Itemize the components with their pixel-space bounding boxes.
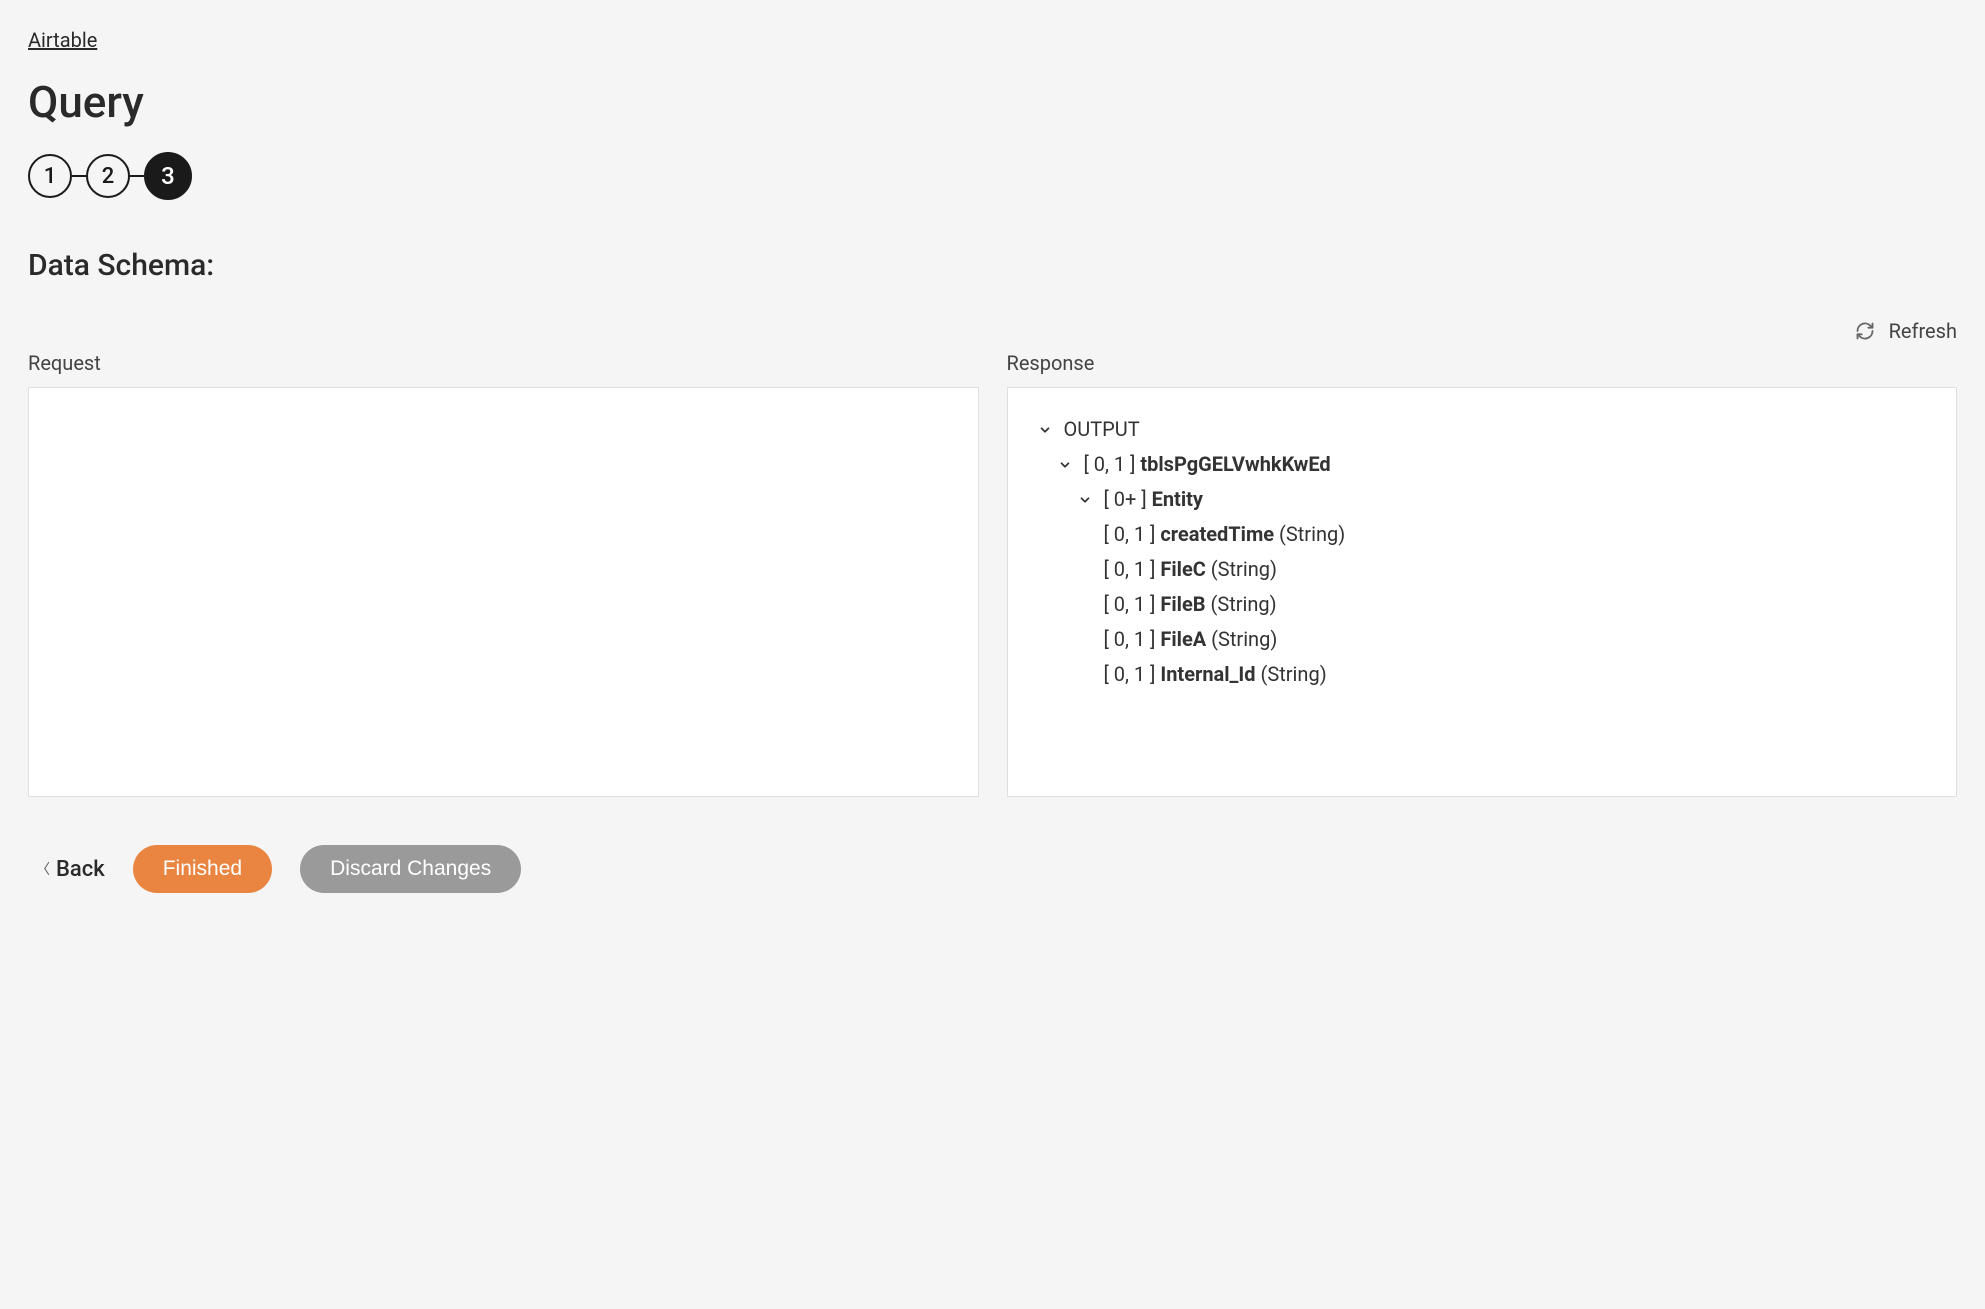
tree-node-type: (String) [1211, 552, 1277, 587]
section-title: Data Schema: [28, 248, 1957, 283]
tree-node-name: FileA [1160, 622, 1206, 657]
chevron-down-icon[interactable] [1036, 421, 1054, 439]
tree-node-cardinality: [ 0+ ] [1104, 482, 1147, 517]
tree-node-cardinality: [ 0, 1 ] [1084, 447, 1136, 482]
tree-node-type: (String) [1279, 517, 1345, 552]
page-title: Query [28, 76, 1957, 128]
refresh-button[interactable]: Refresh [1855, 319, 1957, 343]
tree-leaf-filec[interactable]: [ 0, 1 ] FileC (String) [1036, 552, 1929, 587]
tree-node-type: (String) [1211, 622, 1277, 657]
chevron-down-icon[interactable] [1076, 491, 1094, 509]
tree-node-name: Internal_Id [1160, 657, 1255, 692]
request-label: Request [28, 351, 979, 375]
request-panel [28, 387, 979, 797]
tree-node-cardinality: [ 0, 1 ] [1104, 622, 1156, 657]
stepper: 1 2 3 [28, 152, 1957, 200]
tree-node-table[interactable]: [ 0, 1 ] tblsPgGELVwhkKwEd [1036, 447, 1929, 482]
tree-node-output[interactable]: OUTPUT [1036, 412, 1929, 447]
response-panel: OUTPUT [ 0, 1 ] tblsPgGELVwhkKwEd [ 0+ ] [1007, 387, 1958, 797]
tree-leaf-filea[interactable]: [ 0, 1 ] FileA (String) [1036, 622, 1929, 657]
tree-node-cardinality: [ 0, 1 ] [1104, 657, 1156, 692]
tree-leaf-internal-id[interactable]: [ 0, 1 ] Internal_Id (String) [1036, 657, 1929, 692]
tree-node-cardinality: [ 0, 1 ] [1104, 552, 1156, 587]
chevron-down-icon[interactable] [1056, 456, 1074, 474]
tree-node-type: (String) [1210, 587, 1276, 622]
chevron-left-icon: 〈 [36, 859, 50, 879]
refresh-label: Refresh [1889, 319, 1957, 343]
tree-node-cardinality: [ 0, 1 ] [1104, 587, 1156, 622]
refresh-icon [1855, 321, 1875, 341]
back-button[interactable]: 〈 Back [36, 857, 105, 882]
discard-changes-button[interactable]: Discard Changes [300, 845, 521, 893]
step-1[interactable]: 1 [28, 154, 72, 198]
tree-leaf-createdtime[interactable]: [ 0, 1 ] createdTime (String) [1036, 517, 1929, 552]
tree-node-name: FileB [1160, 587, 1205, 622]
step-connector [130, 175, 144, 177]
step-3[interactable]: 3 [144, 152, 192, 200]
finished-button[interactable]: Finished [133, 845, 272, 893]
tree-leaf-fileb[interactable]: [ 0, 1 ] FileB (String) [1036, 587, 1929, 622]
tree-node-name: createdTime [1160, 517, 1274, 552]
tree-node-label: OUTPUT [1064, 412, 1140, 447]
back-label: Back [56, 857, 105, 882]
tree-node-name: Entity [1152, 482, 1203, 517]
step-2[interactable]: 2 [86, 154, 130, 198]
step-connector [72, 175, 86, 177]
response-label: Response [1007, 351, 1958, 375]
tree-node-cardinality: [ 0, 1 ] [1104, 517, 1156, 552]
tree-node-name: FileC [1160, 552, 1205, 587]
tree-node-name: tblsPgGELVwhkKwEd [1140, 447, 1330, 482]
tree-node-entity[interactable]: [ 0+ ] Entity [1036, 482, 1929, 517]
breadcrumb-link[interactable]: Airtable [28, 28, 97, 52]
tree-node-type: (String) [1261, 657, 1327, 692]
